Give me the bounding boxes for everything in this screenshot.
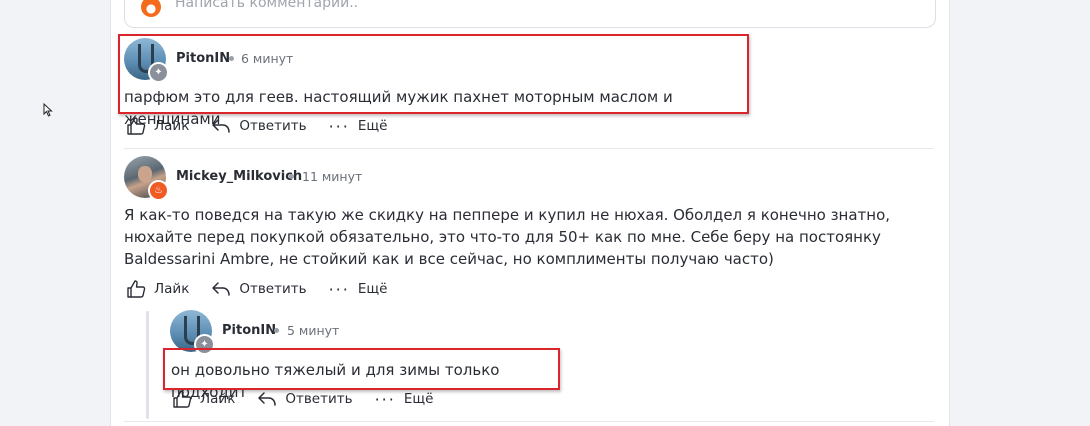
like-label: Лайк: [154, 281, 190, 297]
more-dots-icon: ···: [374, 389, 396, 409]
divider: [124, 148, 934, 149]
reply-button[interactable]: Ответить: [211, 281, 307, 297]
more-label: Ещё: [357, 118, 388, 134]
avatar[interactable]: ✦: [124, 38, 169, 83]
user-avatar: [141, 0, 161, 17]
reply-label: Ответить: [239, 281, 307, 297]
comment-text: Я как-то поведся на такую же скидку на п…: [124, 206, 891, 268]
thread-line: [146, 311, 149, 419]
reply-button[interactable]: Ответить: [211, 118, 307, 134]
reply-icon: [212, 282, 231, 296]
comment-input[interactable]: Написать комментарий..: [124, 0, 936, 28]
more-button[interactable]: ··· Ещё: [329, 280, 388, 299]
like-button[interactable]: Лайк: [126, 280, 189, 298]
like-button[interactable]: Лайк: [126, 117, 189, 135]
like-label: Лайк: [200, 391, 236, 407]
comment-actions: Лайк Ответить ··· Ещё: [126, 279, 409, 299]
rank-badge-icon: ✦: [194, 334, 215, 355]
comment-time: 6 минут: [241, 51, 294, 66]
reply-icon: [212, 119, 231, 133]
separator-dot: [229, 56, 234, 61]
reply-label: Ответить: [285, 391, 353, 407]
more-button[interactable]: ··· Ещё: [329, 117, 388, 136]
rank-badge-icon: ✦: [148, 62, 169, 83]
comment-author[interactable]: Mickey_Milkovich: [176, 169, 302, 184]
comment-time: 5 минут: [287, 323, 340, 338]
more-dots-icon: ···: [328, 116, 350, 136]
like-button[interactable]: Лайк: [172, 390, 235, 408]
comment-actions: Лайк Ответить ··· Ещё: [126, 116, 409, 136]
thumbs-up-icon: [127, 280, 146, 298]
thumbs-up-icon: [173, 390, 192, 408]
comment-input-placeholder: Написать комментарий..: [175, 0, 359, 11]
avatar[interactable]: ✦: [170, 310, 215, 355]
more-button[interactable]: ··· Ещё: [375, 390, 434, 409]
reply-label: Ответить: [239, 118, 307, 134]
mouse-cursor-icon: [43, 103, 53, 117]
avatar[interactable]: ♨: [124, 156, 169, 201]
divider: [124, 421, 934, 422]
comment-author[interactable]: PitonIN: [222, 323, 276, 338]
more-label: Ещё: [403, 391, 434, 407]
separator-dot: [274, 328, 279, 333]
more-label: Ещё: [357, 281, 388, 297]
reply-button[interactable]: Ответить: [257, 391, 353, 407]
more-dots-icon: ···: [328, 279, 350, 299]
reply-icon: [258, 392, 277, 406]
comment-time: 11 минут: [302, 169, 363, 184]
comment-author[interactable]: PitonIN: [176, 51, 230, 66]
separator-dot: [289, 174, 294, 179]
like-label: Лайк: [154, 118, 190, 134]
comment-actions: Лайк Ответить ··· Ещё: [172, 389, 455, 409]
fire-badge-icon: ♨: [148, 180, 169, 201]
thumbs-up-icon: [127, 117, 146, 135]
